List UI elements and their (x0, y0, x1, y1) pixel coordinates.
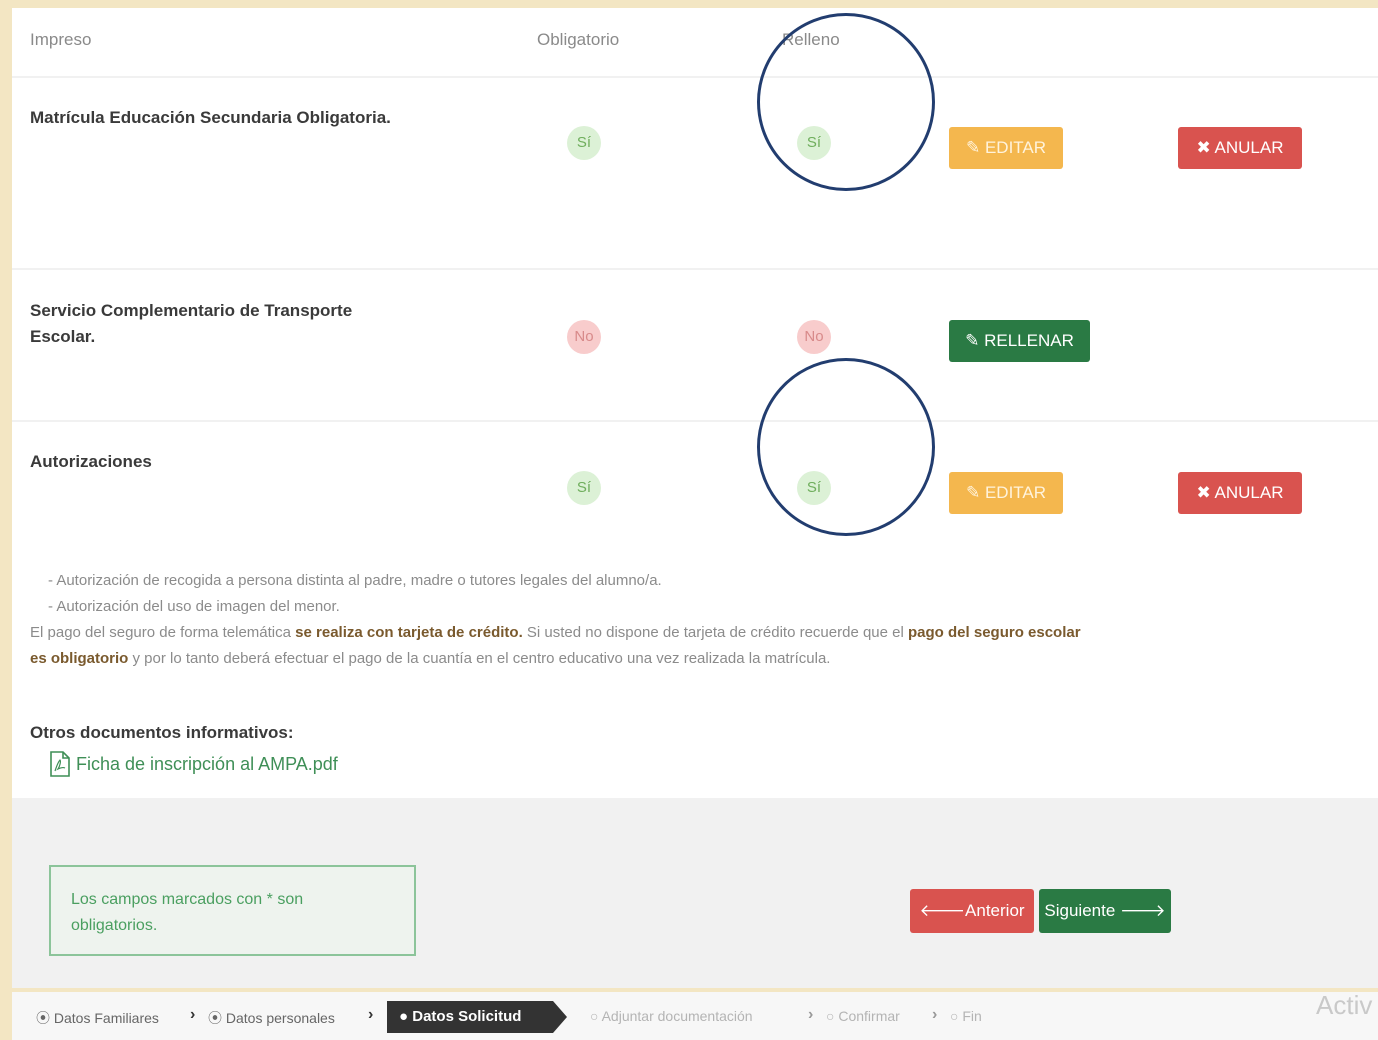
edit-button[interactable]: ✎ EDITAR (949, 472, 1063, 514)
obligatorio-badge: Sí (567, 471, 601, 505)
pencil-icon: ✎ (965, 331, 980, 350)
info-line: - Autorización de recogida a persona dis… (48, 572, 662, 589)
chevron-right-icon: › (190, 1006, 196, 1023)
watermark-text: Activ (1316, 990, 1373, 1020)
obligatorio-badge: No (567, 320, 601, 354)
info-line: - Autorización del uso de imagen del men… (48, 598, 340, 615)
payment-notice: El pago del seguro de forma telemática s… (30, 624, 1081, 667)
check-circle-icon: ⦿ (208, 1010, 222, 1026)
chevron-right-icon: › (932, 1006, 938, 1023)
chevron-right-icon: › (808, 1006, 814, 1023)
arrow-right-icon: 🡒 (1120, 901, 1166, 920)
row-title: Autorizaciones (30, 452, 152, 471)
relleno-badge: No (797, 320, 831, 354)
divider (12, 268, 1378, 270)
other-docs-heading: Otros documentos informativos: (30, 723, 294, 742)
cancel-button[interactable]: ✖ ANULAR (1178, 127, 1302, 169)
step-datos-personales[interactable]: ⦿ Datos personales (208, 1008, 335, 1028)
x-icon: ✖ (1196, 138, 1211, 157)
step-adjuntar-documentacion[interactable]: ○ Adjuntar documentación (590, 1008, 753, 1024)
pencil-icon: ✎ (965, 483, 981, 502)
step-fin[interactable]: ○ Fin (950, 1008, 982, 1024)
required-fields-notice: Los campos marcados con * son obligatori… (49, 865, 416, 956)
pdf-file-icon (50, 751, 70, 777)
header-impreso: Impreso (30, 30, 92, 49)
check-circle-icon: ⦿ (36, 1010, 50, 1026)
cancel-button[interactable]: ✖ ANULAR (1178, 472, 1302, 514)
previous-button[interactable]: 🡐Anterior (910, 889, 1034, 933)
obligatorio-badge: Sí (567, 126, 601, 160)
chevron-right-icon: › (368, 1006, 374, 1023)
arrow-left-icon: 🡐 (919, 901, 966, 920)
edit-button[interactable]: ✎ EDITAR (949, 127, 1063, 169)
fill-button[interactable]: ✎ RELLENAR (949, 320, 1090, 362)
header-obligatorio: Obligatorio (537, 30, 620, 49)
next-button[interactable]: Siguiente 🡒 (1039, 889, 1171, 933)
step-datos-solicitud[interactable]: ● Datos Solicitud (387, 1001, 553, 1033)
divider (12, 420, 1378, 422)
ampa-pdf-link[interactable]: Ficha de inscripción al AMPA.pdf (48, 751, 338, 777)
dot-icon: ● (399, 1008, 409, 1025)
circle-outline-icon: ○ (590, 1008, 599, 1024)
pencil-icon: ✎ (965, 138, 981, 157)
annotation-circle (757, 358, 935, 536)
step-confirmar[interactable]: ○ Confirmar (826, 1008, 900, 1024)
row-title: Matrícula Educación Secundaria Obligator… (30, 108, 391, 127)
circle-outline-icon: ○ (826, 1008, 835, 1024)
annotation-circle (757, 13, 935, 191)
active-step-arrow (553, 1001, 567, 1033)
row-title: Servicio Complementario de Transporte Es… (30, 301, 353, 346)
step-datos-familiares[interactable]: ⦿ Datos Familiares (36, 1008, 159, 1028)
x-icon: ✖ (1196, 483, 1211, 502)
circle-outline-icon: ○ (950, 1008, 959, 1024)
divider (12, 76, 1378, 78)
